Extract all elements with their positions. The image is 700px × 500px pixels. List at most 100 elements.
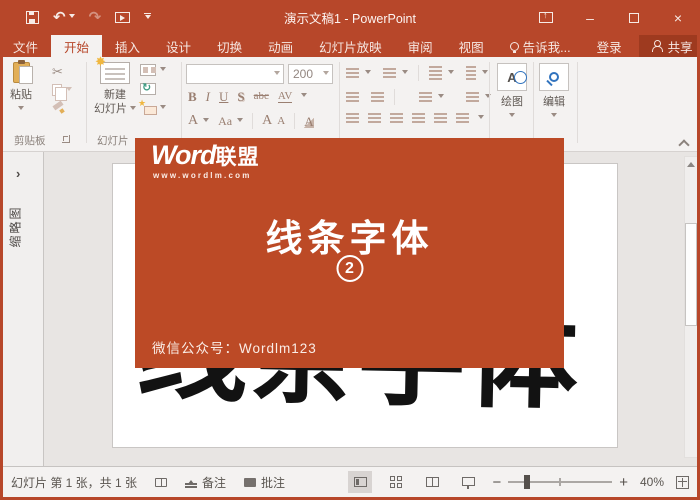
bold-button[interactable]: B — [188, 90, 197, 103]
slideshow-icon — [461, 476, 475, 489]
comments-button[interactable]: 批注 — [244, 474, 285, 491]
redo-icon: ↷ — [88, 9, 102, 26]
thumbnail-pane-collapsed[interactable]: › 缩略图 — [3, 152, 44, 466]
text-shadow-button[interactable]: S — [237, 90, 244, 103]
lightbulb-icon — [509, 41, 519, 53]
slide-sorter-view-button[interactable] — [384, 471, 408, 493]
columns-button[interactable] — [419, 92, 432, 102]
brand-logo: Word联盟 — [151, 140, 260, 170]
slides-group-label: 幻灯片 — [97, 135, 129, 147]
normal-view-button[interactable] — [348, 471, 373, 493]
overlay-title: 线条字体 — [265, 218, 434, 259]
customize-qat-icon[interactable] — [144, 12, 152, 23]
spell-check-button[interactable] — [155, 477, 168, 487]
watermark-overlay: Word联盟 www.wordlm.com 线条字体 2 微信公众号：Wordl… — [135, 138, 564, 368]
tab-slideshow[interactable]: 幻灯片放映 — [306, 35, 395, 57]
powerpoint-window: ↶ ↷ 演示文稿1 - PowerPoint – × 文件 开始 插入 设计 切… — [0, 0, 700, 500]
tab-insert[interactable]: 插入 — [102, 35, 153, 57]
font-name-combobox[interactable] — [186, 64, 284, 84]
layout-icon[interactable] — [140, 64, 156, 76]
collapse-ribbon-icon[interactable] — [678, 139, 690, 151]
expand-pane-chevron-icon[interactable]: › — [16, 166, 20, 181]
tab-file[interactable]: 文件 — [0, 35, 51, 57]
maximize-button[interactable] — [612, 0, 656, 35]
reading-view-button[interactable] — [420, 471, 444, 493]
paste-button[interactable]: 粘贴 — [10, 60, 33, 113]
italic-button[interactable]: I — [206, 90, 210, 103]
zoom-slider-thumb[interactable] — [524, 475, 531, 489]
scroll-up-icon[interactable] — [685, 157, 697, 171]
titlebar: ↶ ↷ 演示文稿1 - PowerPoint – × — [0, 0, 700, 35]
undo-dropdown-icon[interactable] — [68, 14, 75, 21]
underline-button[interactable]: U — [219, 90, 228, 103]
tab-view[interactable]: 视图 — [446, 35, 497, 57]
overlay-step-number: 2 — [336, 255, 363, 282]
editing-button[interactable]: 编辑 — [539, 63, 569, 120]
align-center-button[interactable] — [368, 113, 381, 123]
bullets-button[interactable] — [346, 68, 359, 78]
minimize-button[interactable]: – — [568, 0, 612, 35]
tab-design[interactable]: 设计 — [153, 35, 204, 57]
paste-dropdown-icon[interactable] — [18, 105, 24, 113]
save-icon[interactable] — [26, 11, 39, 24]
fit-slide-to-window-icon[interactable] — [676, 475, 689, 489]
reset-slide-icon[interactable] — [140, 81, 156, 95]
character-spacing-dropdown-icon[interactable] — [301, 93, 308, 100]
normal-view-icon — [353, 477, 367, 487]
increase-indent-button[interactable] — [371, 92, 384, 102]
scrollbar-thumb[interactable] — [685, 223, 697, 326]
align-right-button[interactable] — [390, 113, 403, 123]
clear-formatting-button[interactable]: A — [304, 114, 314, 128]
convert-to-smartart-button[interactable] — [456, 113, 469, 123]
zoom-slider[interactable] — [508, 475, 613, 489]
format-painter-icon — [52, 102, 64, 114]
search-icon — [549, 72, 559, 82]
tab-animations[interactable]: 动画 — [255, 35, 306, 57]
decrease-font-size-button[interactable]: A — [277, 115, 285, 127]
increase-font-size-button[interactable]: A — [262, 114, 272, 128]
slideshow-view-button[interactable] — [456, 471, 480, 493]
clipboard-group-label: 剪贴板 — [14, 135, 46, 147]
sign-in-button[interactable]: 登录 — [584, 35, 635, 57]
drawing-icon: A — [507, 69, 528, 85]
zoom-in-button[interactable]: + — [619, 475, 628, 490]
zoom-level[interactable]: 40% — [640, 475, 664, 489]
slide-sorter-icon — [390, 476, 403, 488]
clipboard-dialog-launcher-icon[interactable] — [62, 135, 70, 143]
justify-button[interactable] — [412, 113, 425, 123]
overlay-footer: 微信公众号：Wordlm123 — [152, 341, 317, 356]
undo-icon[interactable]: ↶ — [53, 10, 75, 25]
share-button[interactable]: 共享 — [638, 35, 700, 57]
strikethrough-button[interactable]: abc — [254, 91, 269, 102]
zoom-out-button[interactable]: − — [492, 475, 501, 490]
font-color-button[interactable]: A — [188, 114, 198, 128]
font-size-combobox[interactable]: 200 — [288, 64, 333, 84]
align-text-button[interactable] — [466, 92, 479, 102]
vertical-scrollbar[interactable] — [684, 156, 698, 458]
tab-review[interactable]: 审阅 — [395, 35, 446, 57]
tab-transitions[interactable]: 切换 — [204, 35, 255, 57]
cut-icon[interactable]: ✂ — [52, 65, 72, 78]
thumbnail-pane-label: 缩略图 — [8, 205, 23, 248]
start-slideshow-icon[interactable] — [115, 12, 131, 23]
status-bar: 幻灯片 第 1 张，共 1 张 备注 批注 − + 40% — [3, 466, 697, 497]
copy-icon — [52, 84, 67, 101]
brand-url: www.wordlm.com — [153, 171, 252, 180]
new-slide-button[interactable]: 新建 幻灯片 — [94, 54, 136, 117]
ribbon-display-options-button[interactable] — [524, 0, 568, 35]
comment-icon — [244, 477, 257, 487]
distribute-button[interactable] — [434, 113, 447, 123]
drawing-button[interactable]: A 绘图 — [497, 63, 528, 120]
change-case-button[interactable]: Aa — [218, 115, 232, 127]
numbering-button[interactable] — [383, 68, 396, 78]
notes-button[interactable]: 备注 — [185, 474, 226, 491]
new-slide-dropdown-icon[interactable] — [130, 106, 136, 113]
close-button[interactable]: × — [656, 0, 700, 35]
line-spacing-button[interactable] — [429, 66, 442, 80]
character-spacing-button[interactable]: AV — [277, 90, 293, 103]
text-direction-button[interactable] — [466, 66, 476, 80]
align-left-button[interactable] — [346, 113, 359, 123]
tell-me-box[interactable]: 告诉我... — [497, 35, 584, 57]
section-icon[interactable] — [138, 98, 157, 115]
decrease-indent-button[interactable] — [346, 92, 359, 102]
